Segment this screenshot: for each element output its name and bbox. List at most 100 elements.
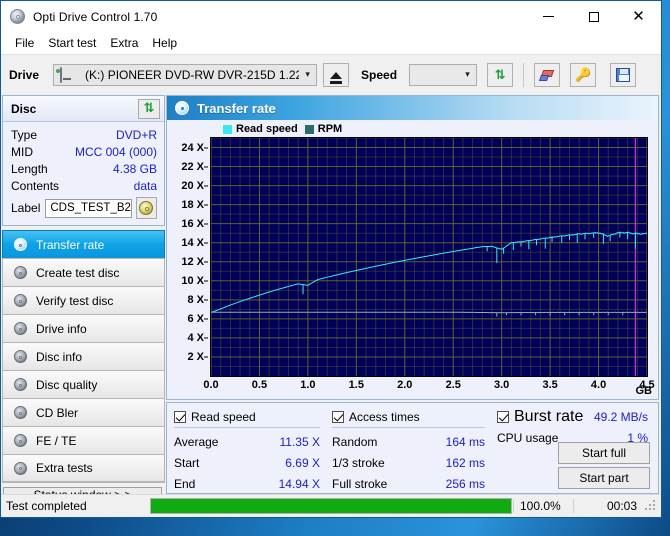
chart-x-tick-label: 1.5 xyxy=(348,379,364,391)
chart-x-tick-label: 2.0 xyxy=(397,379,413,391)
disc-row-type: Type DVD+R xyxy=(11,126,157,143)
burst-rate-checkbox[interactable] xyxy=(497,410,509,423)
sidebar: Disc ⇅ Type DVD+R MID MCC 004 (000) Leng… xyxy=(1,95,166,503)
disc-info-panel: Disc ⇅ Type DVD+R MID MCC 004 (000) Leng… xyxy=(2,95,165,226)
burst-rate-checkbox-row[interactable]: Burst rate 49.2 MB/s xyxy=(497,408,652,425)
stat-key: End xyxy=(174,476,196,491)
sidebar-item-create-test-disc[interactable]: Create test disc xyxy=(2,258,165,286)
chart-y-tick-label: 24 X xyxy=(181,141,204,154)
erase-button[interactable] xyxy=(534,63,561,87)
chart-svg xyxy=(211,138,647,376)
disc-row-value: 4.38 GB xyxy=(112,161,157,176)
start-buttons: Start full Start part xyxy=(558,439,650,489)
access-times-checkbox-row[interactable]: Access times xyxy=(332,408,497,425)
chart-y-tick xyxy=(204,337,208,339)
cd-icon xyxy=(139,201,154,215)
sidebar-item-fe-te[interactable]: FE / TE xyxy=(2,426,165,454)
burst-rate-value: 49.2 MB/s xyxy=(593,409,648,424)
chart-x-tick-label: 3.0 xyxy=(494,379,510,391)
disc-row-contents: Contents data xyxy=(11,177,157,194)
read-speed-checkbox[interactable] xyxy=(174,410,186,423)
stat-value: 6.69 X xyxy=(285,455,320,470)
chart-y-tick-label: 8 X xyxy=(187,293,204,306)
toolbar: Drive (K:) PIONEER DVD-RW DVR-215D 1.22 … xyxy=(1,54,661,95)
chart-x-tick-label: 4.0 xyxy=(590,379,607,391)
sidebar-item-label: Extra tests xyxy=(36,461,93,475)
close-icon: ✕ xyxy=(632,7,645,25)
main-content: Transfer rate Read speed RPM 2 X 4 X 6 X 8 … xyxy=(166,95,661,494)
menu-item-extra[interactable]: Extra xyxy=(103,34,145,52)
chart-y-tick xyxy=(204,242,208,244)
chart-x-tick-label: 0.5 xyxy=(251,379,268,391)
read-speed-checkbox-row[interactable]: Read speed xyxy=(174,408,332,425)
status-bar: Test completed 100.0% 00:03 xyxy=(1,494,661,517)
maximize-icon xyxy=(588,11,599,22)
sidebar-item-cd-bler[interactable]: CD Bler xyxy=(2,398,165,426)
chart-y-tick-label: 22 X xyxy=(181,160,204,173)
stat-row-start: Start 6.69 X xyxy=(174,452,332,473)
sidebar-item-verify-test-disc[interactable]: Verify test disc xyxy=(2,286,165,314)
menu-item-file[interactable]: File xyxy=(8,34,41,52)
minimize-button[interactable] xyxy=(526,1,571,32)
maximize-button[interactable] xyxy=(571,1,616,32)
disc-icon xyxy=(11,434,29,447)
sidebar-item-drive-info[interactable]: Drive info xyxy=(2,314,165,342)
chart-x-tick-label: 3.5 xyxy=(542,379,558,391)
eject-button[interactable] xyxy=(323,63,350,87)
chart-y-tick-label: 14 X xyxy=(181,236,204,249)
sidebar-item-label: Transfer rate xyxy=(36,237,105,252)
drive-select[interactable]: (K:) PIONEER DVD-RW DVR-215D 1.22 ▾ xyxy=(53,64,318,86)
refresh-icon: ⇅ xyxy=(143,101,155,116)
sidebar-item-disc-info[interactable]: Disc info xyxy=(2,342,165,370)
disc-icon xyxy=(10,8,25,24)
transfer-rate-chart: Read speed RPM 2 X 4 X 6 X 8 X 10 X 12 X 14 X 1… xyxy=(167,120,658,399)
disc-label-input[interactable]: CDS_TEST_B2 xyxy=(45,198,132,218)
disc-panel-title: Disc xyxy=(11,101,37,116)
drive-label: Drive xyxy=(9,68,40,82)
sidebar-item-transfer-rate[interactable]: Transfer rate xyxy=(2,230,165,258)
sidebar-item-label: Drive info xyxy=(36,321,87,336)
stat-key: CPU usage xyxy=(497,430,559,445)
chart-y-tick-label: 6 X xyxy=(187,312,204,325)
disc-row-key: Length xyxy=(11,161,48,176)
stat-row-end: End 14.94 X xyxy=(174,473,332,494)
window-body: Disc ⇅ Type DVD+R MID MCC 004 (000) Leng… xyxy=(1,95,661,503)
close-button[interactable]: ✕ xyxy=(616,1,661,32)
disc-row-length: Length 4.38 GB xyxy=(11,160,157,177)
stat-value: 14.94 X xyxy=(278,476,320,491)
chart-y-tick xyxy=(204,280,208,282)
refresh-button[interactable]: ⇅ xyxy=(487,63,514,87)
menu-item-help[interactable]: Help xyxy=(145,34,184,52)
sidebar-item-extra-tests[interactable]: Extra tests xyxy=(2,454,165,482)
divider xyxy=(174,427,320,428)
speed-select[interactable]: ▾ xyxy=(409,64,478,86)
start-full-button[interactable]: Start full xyxy=(558,442,650,464)
access-times-stats: Access times Random 164 ms 1/3 stroke 16… xyxy=(332,408,497,491)
stat-value: 164 ms xyxy=(445,434,485,449)
chart-y-tick xyxy=(204,299,208,301)
chart-plot-area xyxy=(210,137,648,377)
sidebar-item-disc-quality[interactable]: Disc quality xyxy=(2,370,165,398)
tools-button[interactable]: 🔑 xyxy=(570,63,597,87)
sidebar-item-label: Disc quality xyxy=(36,377,98,392)
eraser-icon xyxy=(538,69,555,81)
disc-refresh-button[interactable]: ⇅ xyxy=(138,98,160,119)
stat-value: 11.35 X xyxy=(279,434,320,449)
toolbar-separator xyxy=(523,63,525,87)
resize-grip-icon[interactable] xyxy=(643,498,659,514)
disc-row-key: Type xyxy=(11,127,38,142)
start-part-button[interactable]: Start part xyxy=(558,467,650,489)
status-message: Test completed xyxy=(6,499,87,513)
drive-select-value: (K:) PIONEER DVD-RW DVR-215D 1.22 xyxy=(85,68,300,82)
disc-icon xyxy=(11,406,29,419)
save-button[interactable] xyxy=(610,63,637,87)
chevron-down-icon: ▾ xyxy=(465,70,470,80)
disc-label-button[interactable] xyxy=(135,197,157,219)
access-times-checkbox[interactable] xyxy=(332,410,344,423)
menu-item-start-test[interactable]: Start test xyxy=(41,34,103,52)
sidebar-item-label: CD Bler xyxy=(36,405,79,420)
chart-y-tick xyxy=(204,223,208,225)
application-window: Opti Drive Control 1.70 ✕ File Start tes… xyxy=(0,0,662,518)
speed-label: Speed xyxy=(361,68,398,82)
sidebar-item-label: Disc info xyxy=(36,349,83,364)
